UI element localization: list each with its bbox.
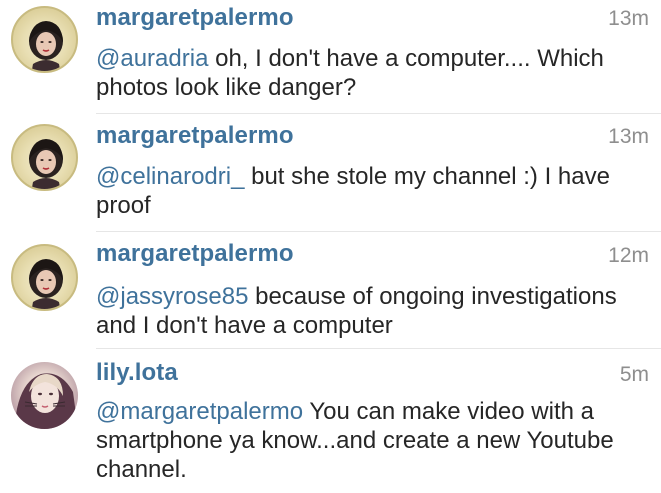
divider <box>96 348 661 349</box>
mention-link[interactable]: @margaretpalermo <box>96 398 303 425</box>
comment-text: @auradria oh, I don't have a computer...… <box>96 44 651 102</box>
avatar[interactable] <box>11 124 78 191</box>
comment-text: @celinarodri_ but she stole my channel :… <box>96 162 651 220</box>
comment-text: @margaretpalermo You can make video with… <box>96 397 651 484</box>
comment-username[interactable]: margaretpalermo <box>96 240 294 268</box>
divider <box>96 231 661 232</box>
divider <box>96 113 661 114</box>
mention-link[interactable]: @auradria <box>96 45 208 72</box>
comment-timestamp: 13m <box>608 125 649 148</box>
avatar[interactable] <box>11 6 78 73</box>
comment-timestamp: 5m <box>619 363 649 386</box>
avatar[interactable] <box>11 362 78 429</box>
mention-link[interactable]: @jassyrose85 <box>96 283 248 310</box>
user-avatar-icon <box>29 259 63 309</box>
comment-username[interactable]: margaretpalermo <box>96 122 294 150</box>
comment-text: @jassyrose85 because of ongoing investig… <box>96 282 651 340</box>
comment-username[interactable]: margaretpalermo <box>96 4 294 32</box>
comment-list: margaretpalermo 13m @auradria oh, I don'… <box>0 0 661 493</box>
mention-link[interactable]: @celinarodri_ <box>96 163 244 190</box>
comment-timestamp: 13m <box>608 7 649 30</box>
user-avatar-icon <box>11 373 78 429</box>
user-avatar-icon <box>29 139 63 189</box>
comment-username[interactable]: lily.lota <box>96 359 178 387</box>
comment-timestamp: 12m <box>608 244 649 267</box>
user-avatar-icon <box>29 21 63 71</box>
avatar[interactable] <box>11 244 78 311</box>
